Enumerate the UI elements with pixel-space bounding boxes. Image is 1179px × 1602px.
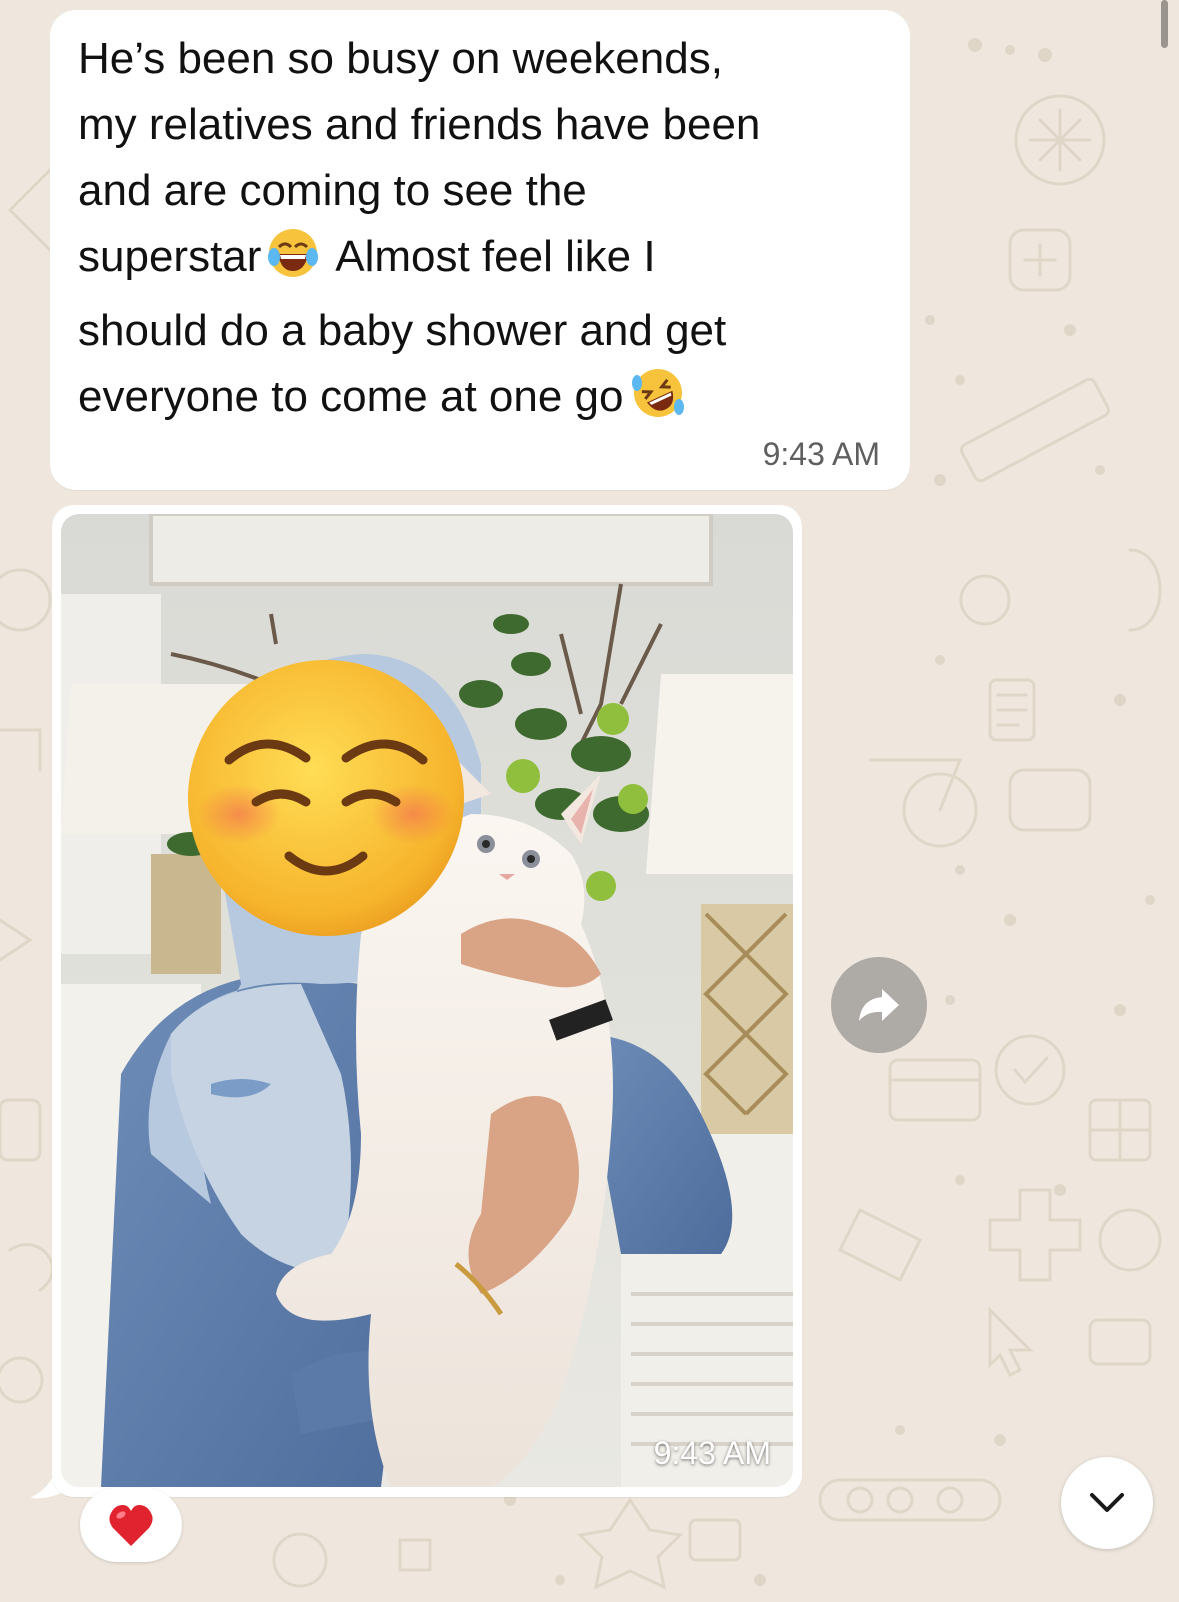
message-timestamp: 9:43 AM xyxy=(762,436,880,472)
message-bubble[interactable]: He’s been so busy on weekends, my relati… xyxy=(50,10,910,490)
forward-arrow-icon xyxy=(859,989,899,1021)
scroll-indicator[interactable] xyxy=(1161,0,1168,48)
face-cover-emoji xyxy=(188,660,464,936)
message-text: He’s been so busy on weekends, my relati… xyxy=(78,26,878,438)
scroll-to-bottom-button[interactable] xyxy=(1061,1457,1153,1549)
image-timestamp: 9:43 AM xyxy=(653,1435,771,1471)
rolling-on-floor-laughing-emoji xyxy=(629,367,687,438)
red-heart-icon xyxy=(109,1505,153,1546)
image-message-bubble[interactable]: 9:43 AM xyxy=(52,505,802,1497)
photo-attachment[interactable]: 9:43 AM xyxy=(61,514,793,1487)
reaction-badge[interactable] xyxy=(80,1488,182,1562)
chevron-down-icon xyxy=(1090,1493,1124,1512)
forward-button[interactable] xyxy=(831,957,927,1053)
tears-of-joy-emoji xyxy=(267,227,319,298)
